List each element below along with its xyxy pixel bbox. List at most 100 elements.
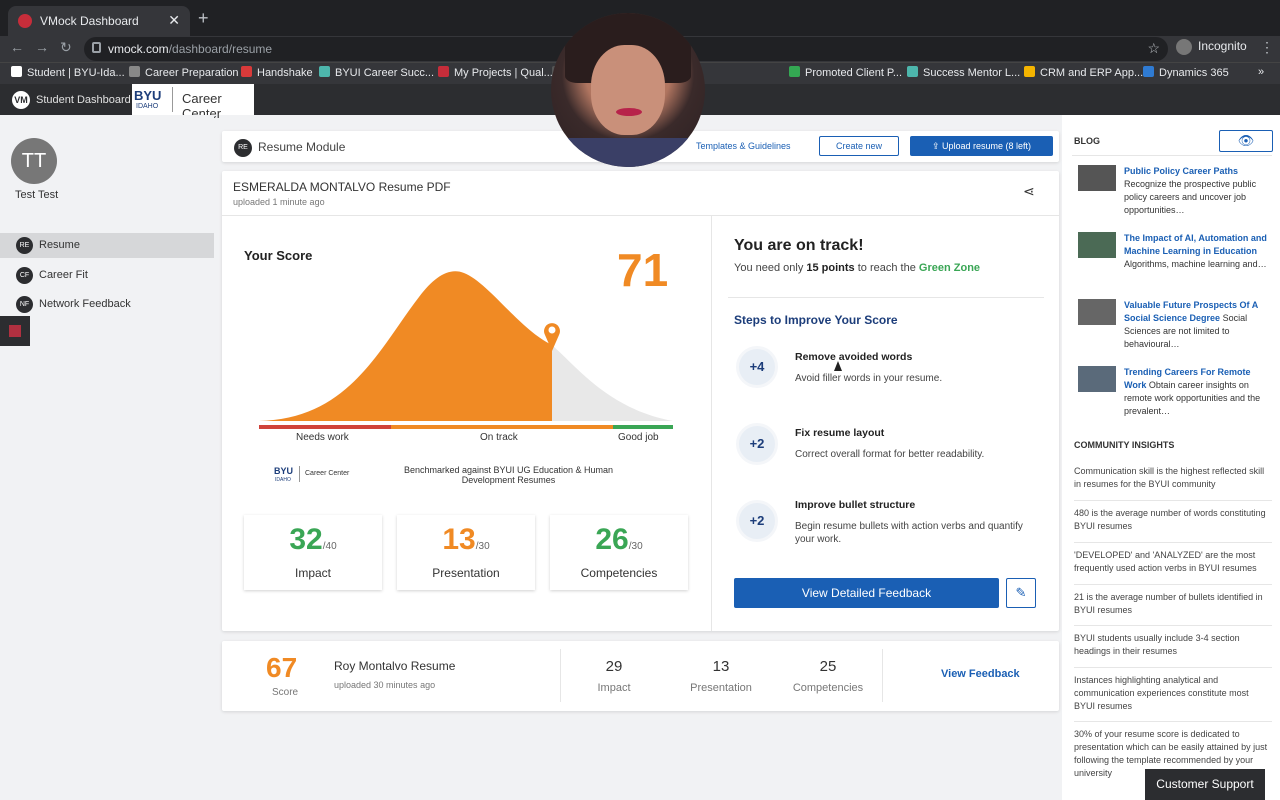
blog-post-title[interactable]: The Impact of AI, Automation and Machine…	[1124, 233, 1267, 256]
new-tab-icon[interactable]: +	[198, 8, 209, 29]
url-host: vmock.com	[108, 42, 169, 56]
close-tab-icon[interactable]: ✕	[168, 12, 180, 29]
sidebar-item-network-feedback[interactable]: NF Network Feedback	[0, 292, 214, 317]
bookmark-item[interactable]: Student | BYU-Ida...	[11, 66, 125, 79]
step-title[interactable]: Improve bullet structure	[795, 499, 915, 511]
competencies-label: Competencies	[580, 566, 658, 580]
browser-tab[interactable]: VMock Dashboard ✕	[8, 6, 190, 36]
blog-post-excerpt: Recognize the prospective public policy …	[1124, 179, 1257, 215]
bookmark-favicon-icon	[907, 66, 918, 77]
step-title[interactable]: Remove avoided words	[795, 351, 912, 363]
webcam-overlay	[551, 13, 705, 167]
previous-impact-value: 29	[605, 658, 623, 675]
sidebar-item-career-fit[interactable]: CF Career Fit	[0, 263, 214, 288]
sidebar-item-label: Network Feedback	[39, 298, 131, 310]
bookmark-label: Student | BYU-Ida...	[27, 67, 125, 79]
bookmark-label: BYUI Career Succ...	[335, 67, 435, 79]
bookmark-item[interactable]: BYUI Career Succ...	[319, 66, 434, 79]
steps-heading: Steps to Improve Your Score	[734, 313, 898, 327]
incognito-label: Incognito	[1198, 39, 1247, 54]
square-icon	[9, 325, 21, 337]
previous-score-label: Score	[272, 687, 299, 698]
bookmark-favicon-icon	[129, 66, 140, 77]
step-points-badge: +2	[736, 423, 778, 465]
previous-competencies-label: Competencies	[792, 682, 864, 694]
bookmark-item[interactable]: Promoted Client P...	[789, 66, 902, 79]
sidebar-toggle-button[interactable]	[0, 316, 30, 346]
presentation-label: Presentation	[432, 566, 500, 580]
bookmark-favicon-icon	[319, 66, 330, 77]
impact-score: 32	[289, 523, 323, 556]
upload-resume-button[interactable]: ⇪ Upload resume (8 left)	[910, 136, 1053, 156]
green-zone-text: Green Zone	[918, 262, 981, 274]
eye-icon[interactable]: 👁	[1219, 130, 1273, 152]
bookmark-item[interactable]: CRM and ERP App...	[1024, 66, 1143, 79]
bookmark-item[interactable]: Dynamics 365	[1143, 66, 1229, 79]
blog-thumbnail	[1078, 299, 1116, 325]
bookmark-label: Success Mentor L...	[923, 67, 1021, 79]
templates-guidelines-link[interactable]: Templates & Guidelines	[696, 141, 791, 151]
bookmark-label: Career Preparation	[145, 67, 239, 79]
step-points-badge: +4	[736, 346, 778, 388]
blog-heading: BLOG	[1074, 136, 1100, 146]
incognito-indicator[interactable]: Incognito	[1176, 39, 1247, 55]
bookmark-favicon-icon	[789, 66, 800, 77]
step-description: Begin resume bullets with action verbs a…	[795, 521, 1023, 545]
status-mid: to reach the	[854, 262, 919, 274]
vmock-logo-icon[interactable]: VM	[12, 91, 30, 109]
step-title[interactable]: Fix resume layout	[795, 427, 884, 439]
bookmark-item[interactable]: Career Preparation	[129, 66, 239, 79]
bookmark-item[interactable]: Success Mentor L...	[907, 66, 1020, 79]
impact-max: /40	[322, 541, 337, 552]
mouse-cursor-icon	[834, 361, 842, 371]
benchmark-logo-byu: BYU	[274, 466, 294, 476]
status-pre: You need only	[734, 262, 807, 274]
view-feedback-link[interactable]: View Feedback	[941, 668, 1020, 680]
module-title: Resume Module	[258, 140, 346, 154]
impact-label: Impact	[294, 566, 331, 580]
bookmark-label: Dynamics 365	[1159, 67, 1229, 79]
previous-resume-title[interactable]: Roy Montalvo Resume	[334, 659, 455, 673]
reload-icon[interactable]: ↻	[60, 39, 72, 56]
bookmark-favicon-icon	[11, 66, 22, 77]
previous-presentation-label: Presentation	[690, 682, 752, 694]
presentation-score-card[interactable]: 13/30 Presentation	[397, 515, 535, 590]
student-dashboard-link[interactable]: Student Dashboard	[36, 94, 131, 106]
bookmark-star-icon[interactable]: ☆	[1147, 40, 1160, 57]
bookmark-item[interactable]: Handshake	[241, 66, 313, 79]
blog-thumbnail	[1078, 232, 1116, 258]
community-insight-item: 480 is the average number of words const…	[1074, 508, 1266, 531]
more-bookmarks-icon[interactable]: »	[1258, 66, 1264, 78]
customer-support-button[interactable]: Customer Support	[1145, 769, 1265, 800]
blog-post-excerpt: Algorithms, machine learning and…	[1124, 259, 1267, 269]
browser-menu-icon[interactable]: ⋮	[1260, 39, 1274, 56]
previous-score: 67	[266, 652, 298, 683]
competencies-score-card[interactable]: 26/30 Competencies	[550, 515, 688, 590]
profile-avatar[interactable]: TT	[11, 138, 57, 184]
previous-resume-row: 67 Score Roy Montalvo Resume uploaded 30…	[222, 641, 1059, 711]
left-sidebar: TT Test Test RE Resume CF Career Fit NF …	[0, 115, 214, 800]
edit-pencil-icon[interactable]: ✎	[1006, 578, 1036, 608]
sidebar-item-resume[interactable]: RE Resume	[0, 233, 214, 258]
benchmark-text: Benchmarked against BYUI UG Education & …	[403, 465, 614, 485]
bookmark-label: Promoted Client P...	[805, 67, 903, 79]
bookmark-favicon-icon	[1143, 66, 1154, 77]
network-feedback-badge: NF	[16, 296, 33, 313]
forward-icon[interactable]: →	[35, 39, 49, 55]
presentation-max: /30	[475, 541, 490, 552]
blog-thumbnail	[1078, 165, 1116, 191]
view-detailed-feedback-button[interactable]: View Detailed Feedback	[734, 578, 999, 608]
step-description: Correct overall format for better readab…	[795, 449, 985, 460]
step-points-badge: +2	[736, 500, 778, 542]
share-icon[interactable]: ⋖	[1023, 183, 1035, 200]
resume-upload-time: uploaded 1 minute ago	[233, 197, 325, 207]
impact-score-card[interactable]: 32/40 Impact	[244, 515, 382, 590]
url-path: /dashboard/resume	[168, 42, 273, 56]
lock-icon	[92, 42, 101, 53]
create-new-button[interactable]: Create new	[819, 136, 899, 156]
bookmark-item[interactable]: My Projects | Qual...	[438, 66, 553, 79]
back-icon[interactable]: ←	[10, 39, 24, 55]
incognito-icon	[1176, 39, 1192, 55]
sidebar-item-label: Resume	[39, 239, 80, 251]
blog-post-title[interactable]: Public Policy Career Paths	[1124, 166, 1238, 176]
